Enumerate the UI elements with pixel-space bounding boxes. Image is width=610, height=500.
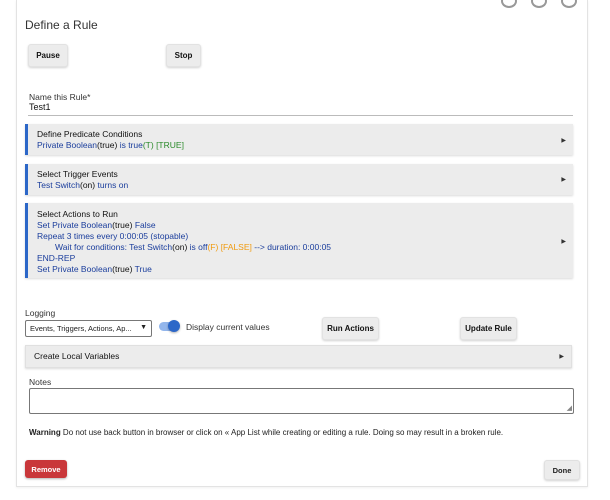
menu-icon[interactable] <box>561 0 577 8</box>
rule-name-underline <box>28 115 573 116</box>
trigger-line: Test Switch(on) turns on <box>37 180 129 190</box>
predicate-conditions-section[interactable]: Define Predicate Conditions Private Bool… <box>25 124 573 155</box>
action-line-2: Repeat 3 times every 0:00:05 (stopable) <box>37 231 189 241</box>
section-title: Create Local Variables <box>34 351 120 361</box>
remove-button[interactable]: Remove <box>25 460 67 478</box>
toggle-knob <box>168 320 180 332</box>
page-title: Define a Rule <box>25 18 98 32</box>
chevron-down-icon: ▼ <box>140 324 147 331</box>
action-line-4: END-REP <box>37 253 76 263</box>
expand-arrow-icon[interactable]: ▶ <box>561 238 566 245</box>
display-values-label: Display current values <box>186 322 270 332</box>
section-title: Select Trigger Events <box>37 169 118 179</box>
run-actions-button[interactable]: Run Actions <box>322 317 379 340</box>
expand-arrow-icon[interactable]: ▶ <box>561 137 566 144</box>
stop-button[interactable]: Stop <box>166 44 201 67</box>
predicate-line: Private Boolean(true) is true(T) [TRUE] <box>37 140 184 150</box>
section-title: Define Predicate Conditions <box>37 129 143 139</box>
action-line-3: Wait for conditions: Test Switch(on) is … <box>55 242 332 252</box>
help-icon[interactable] <box>531 0 547 8</box>
pause-button[interactable]: Pause <box>28 44 68 67</box>
notes-label: Notes <box>29 377 52 387</box>
resize-grip-icon[interactable]: ◢ <box>567 404 572 412</box>
update-rule-button[interactable]: Update Rule <box>460 317 517 340</box>
top-toolbar-icons <box>501 0 577 8</box>
actions-section[interactable]: Select Actions to Run Set Private Boolea… <box>25 203 573 278</box>
action-line-5: Set Private Boolean(true) True <box>37 264 152 274</box>
local-variables-section[interactable]: Create Local Variables ▶ <box>25 345 572 368</box>
trigger-events-section[interactable]: Select Trigger Events Test Switch(on) tu… <box>25 164 573 195</box>
done-button[interactable]: Done <box>544 460 580 480</box>
settings-icon[interactable] <box>501 0 517 8</box>
logging-select[interactable]: Events, Triggers, Actions, Ap... ▼ <box>25 320 152 337</box>
action-line-1: Set Private Boolean(true) False <box>37 220 156 230</box>
logging-label: Logging <box>25 308 56 318</box>
logging-select-value: Events, Triggers, Actions, Ap... <box>30 324 132 333</box>
rule-name-input[interactable]: Test1 <box>29 102 51 112</box>
display-values-toggle[interactable] <box>159 320 180 332</box>
expand-arrow-icon[interactable]: ▶ <box>559 353 564 360</box>
warning-message: Warning Do not use back button in browse… <box>29 428 504 437</box>
notes-textarea[interactable]: ◢ <box>29 388 574 414</box>
section-title: Select Actions to Run <box>37 209 118 219</box>
expand-arrow-icon[interactable]: ▶ <box>561 176 566 183</box>
rule-name-label: Name this Rule* <box>29 92 91 102</box>
